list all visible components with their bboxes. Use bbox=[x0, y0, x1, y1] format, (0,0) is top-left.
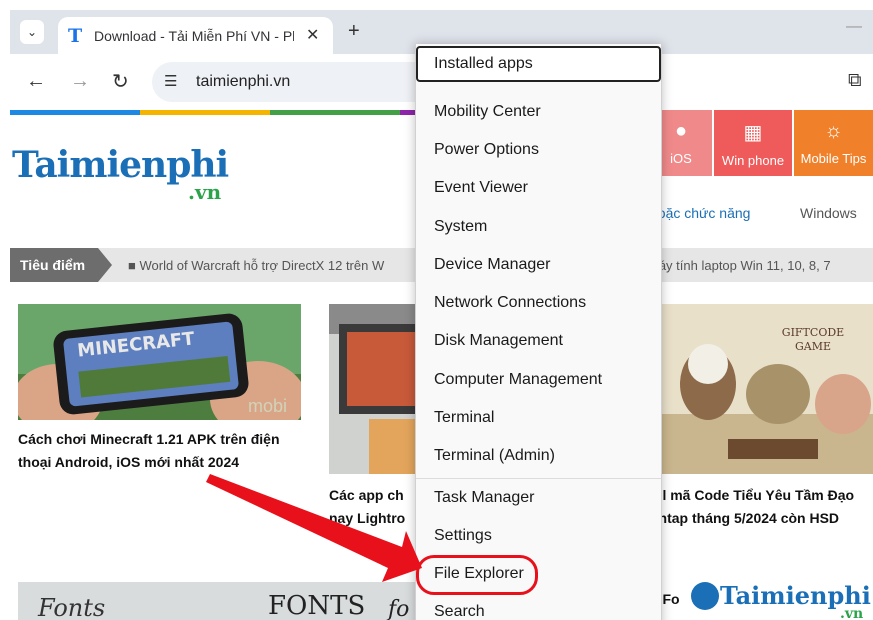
red-arrow-annotation bbox=[206, 474, 422, 582]
screenshot-frame: ⌄ T Download - Tải Miễn Phí VN - Ph ✕ + … bbox=[10, 10, 873, 620]
